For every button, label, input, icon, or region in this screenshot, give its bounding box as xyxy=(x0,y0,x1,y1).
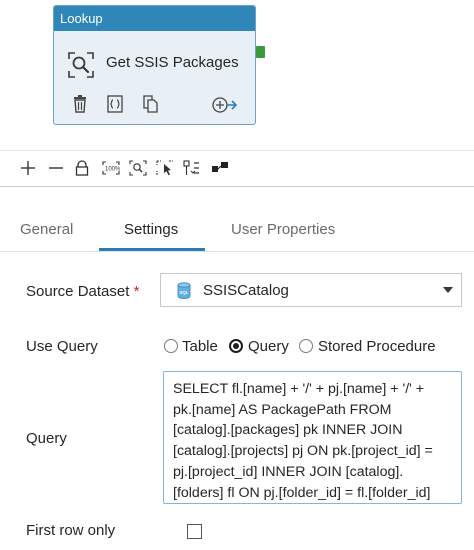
lookup-activity-node[interactable]: Lookup Get SSIS Packages xyxy=(53,5,256,125)
source-dataset-select[interactable]: SQL SSISCatalog xyxy=(160,273,462,307)
radio-stored-procedure[interactable] xyxy=(299,339,313,353)
add-output-icon[interactable] xyxy=(212,96,238,119)
radio-stored-procedure-label[interactable]: Stored Procedure xyxy=(318,338,436,355)
chevron-down-icon[interactable] xyxy=(443,287,453,293)
active-tab-indicator xyxy=(99,248,205,251)
search-icon xyxy=(66,50,96,85)
success-output-handle[interactable] xyxy=(256,46,265,58)
required-indicator: * xyxy=(133,283,140,300)
activity-type-label: Lookup xyxy=(54,6,255,31)
add-icon[interactable] xyxy=(18,159,38,177)
source-dataset-value: SSISCatalog xyxy=(203,282,289,299)
zoom-100-icon[interactable]: 100% xyxy=(101,159,121,177)
copy-icon[interactable] xyxy=(143,95,159,118)
use-query-label: Use Query xyxy=(26,338,98,355)
activity-name: Get SSIS Packages xyxy=(106,54,239,71)
query-textarea[interactable]: SELECT fl.[name] + '/' + pj.[name] + '/'… xyxy=(163,371,462,504)
radio-query-label[interactable]: Query xyxy=(248,338,289,355)
canvas-toolbar: 100% xyxy=(0,150,474,185)
database-icon: SQL xyxy=(177,282,191,304)
tab-bar: General Settings User Properties xyxy=(0,187,474,252)
tab-user-properties[interactable]: User Properties xyxy=(231,221,335,238)
delete-icon[interactable] xyxy=(72,95,88,118)
first-row-only-checkbox[interactable] xyxy=(187,524,202,539)
tab-general[interactable]: General xyxy=(20,221,73,238)
remove-icon[interactable] xyxy=(46,159,66,177)
query-label: Query xyxy=(26,430,67,447)
select-icon[interactable] xyxy=(155,159,175,177)
zoom-fit-icon[interactable] xyxy=(128,159,148,177)
code-icon[interactable] xyxy=(107,95,123,118)
layout-icon[interactable] xyxy=(210,159,230,177)
svg-text:100%: 100% xyxy=(105,167,120,173)
lock-icon[interactable] xyxy=(72,159,92,177)
tab-settings[interactable]: Settings xyxy=(124,221,178,238)
radio-query[interactable] xyxy=(229,339,243,353)
radio-table[interactable] xyxy=(164,339,178,353)
auto-align-icon[interactable] xyxy=(182,159,202,177)
first-row-only-label: First row only xyxy=(26,522,116,539)
pipeline-canvas[interactable]: Lookup Get SSIS Packages xyxy=(0,0,474,150)
source-dataset-label-text: Source Dataset xyxy=(26,283,130,300)
radio-table-label[interactable]: Table xyxy=(182,338,218,355)
source-dataset-label: Source Dataset * xyxy=(26,283,139,300)
svg-text:SQL: SQL xyxy=(179,290,189,295)
